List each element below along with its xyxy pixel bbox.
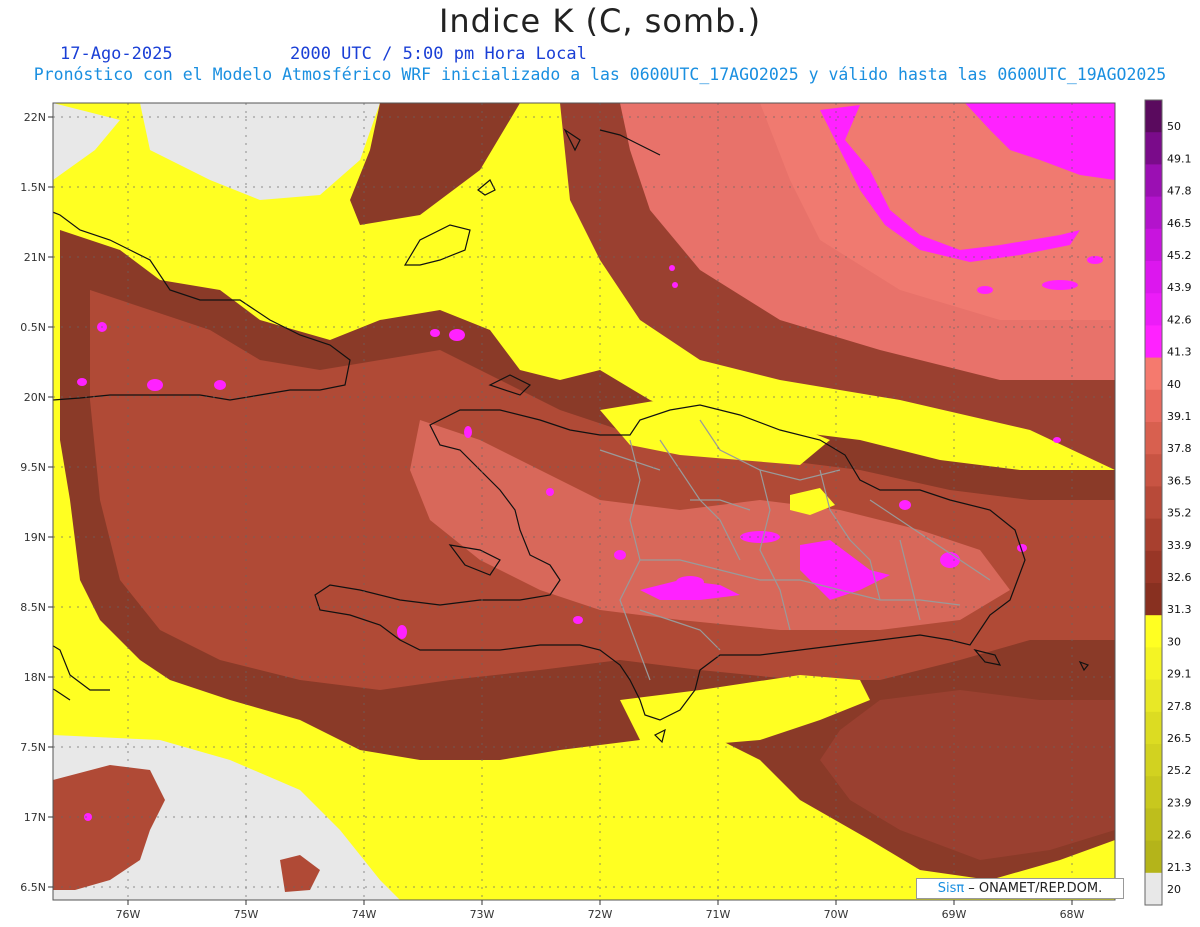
colorbar-label: 35.2 <box>1167 507 1192 520</box>
credit-box: Sisπ – ONAMET/REP.DOM. <box>916 878 1124 899</box>
colorbar-label: 49.1 <box>1167 152 1192 165</box>
lon-label: 75W <box>234 908 259 921</box>
colorbar-label: 50 <box>1167 120 1181 133</box>
colorbar-swatch <box>1145 776 1162 809</box>
colorbar-label: 42.6 <box>1167 313 1192 326</box>
lon-label: 76W <box>116 908 141 921</box>
lat-label: 21N <box>24 251 46 264</box>
colorbar-label: 23.9 <box>1167 796 1192 809</box>
colorbar-label: 21.3 <box>1167 861 1192 874</box>
colorbar-swatch <box>1145 261 1162 294</box>
credit-text: – ONAMET/REP.DOM. <box>968 881 1103 896</box>
lat-label: 19N <box>24 531 46 544</box>
colorbar-label: 45.2 <box>1167 249 1192 262</box>
colorbar-label: 40 <box>1167 378 1181 391</box>
lat-label: 7.5N <box>20 741 46 754</box>
colorbar-swatch <box>1145 422 1162 455</box>
lon-label: 70W <box>824 908 849 921</box>
colorbar-label: 37.8 <box>1167 442 1192 455</box>
colorbar-label: 26.5 <box>1167 732 1192 745</box>
colorbar-swatch <box>1145 293 1162 326</box>
colorbar-swatch <box>1145 550 1162 584</box>
lon-label: 72W <box>588 908 613 921</box>
colorbar-swatch <box>1145 389 1162 423</box>
colorbar-label: 29.1 <box>1167 668 1192 681</box>
colorbar-label: 30 <box>1167 635 1181 648</box>
lat-label: 17N <box>24 811 46 824</box>
colorbar-swatch <box>1145 196 1162 230</box>
map-field <box>53 103 1115 900</box>
lat-label: 8.5N <box>20 601 46 614</box>
colorbar-label: 27.8 <box>1167 700 1192 713</box>
lon-label: 68W <box>1060 908 1085 921</box>
colorbar-label: 46.5 <box>1167 217 1192 230</box>
colorbar-label: 43.9 <box>1167 281 1192 294</box>
colorbar-label: 22.6 <box>1167 829 1192 842</box>
colorbar-swatch <box>1145 518 1162 552</box>
colorbar-label: 20 <box>1167 883 1181 896</box>
lat-label: 0.5N <box>20 321 46 334</box>
colorbar-label: 41.3 <box>1167 346 1192 359</box>
colorbar-label: 33.9 <box>1167 539 1192 552</box>
colorbar-swatch <box>1145 100 1162 133</box>
colorbar-swatch <box>1145 454 1162 487</box>
colorbar-swatch <box>1145 228 1162 262</box>
colorbar-swatch <box>1145 615 1162 648</box>
lat-label: 9.5N <box>20 461 46 474</box>
lon-label: 73W <box>470 908 495 921</box>
colorbar-label: 39.1 <box>1167 410 1192 423</box>
longitude-labels: 76W 75W 74W 73W 72W 71W 70W 69W 68W <box>116 908 1085 921</box>
sispi-logo: Sisπ <box>937 881 965 896</box>
colorbar-label: 32.6 <box>1167 571 1192 584</box>
colorbar-swatch <box>1145 357 1162 391</box>
colorbar-label: 47.8 <box>1167 185 1192 198</box>
lon-label: 69W <box>942 908 967 921</box>
lat-label: 1.5N <box>20 181 46 194</box>
lat-label: 6.5N <box>20 881 46 894</box>
k-index-map: 76W 75W 74W 73W 72W 71W 70W 69W 68W 22N … <box>20 99 1192 921</box>
lat-label: 22N <box>24 111 46 124</box>
colorbar-label: 36.5 <box>1167 474 1192 487</box>
colorbar-label: 25.2 <box>1167 764 1192 777</box>
colorbar-swatch <box>1145 164 1162 198</box>
colorbar-swatch <box>1145 679 1162 713</box>
colorbar-swatch <box>1145 840 1162 874</box>
colorbar-swatch <box>1145 744 1162 777</box>
colorbar-swatch <box>1145 132 1162 165</box>
lon-label: 74W <box>352 908 377 921</box>
colorbar-swatch <box>1145 872 1162 906</box>
colorbar-swatch <box>1145 711 1162 745</box>
lat-label: 18N <box>24 671 46 684</box>
colorbar-swatch <box>1145 808 1162 842</box>
lat-label: 20N <box>24 391 46 404</box>
colorbar-swatch <box>1145 486 1162 520</box>
latitude-labels: 22N 1.5N 21N 0.5N 20N 9.5N 19N 8.5N 18N … <box>20 111 46 894</box>
lon-label: 71W <box>706 908 731 921</box>
colorbar-swatch <box>1145 325 1162 359</box>
colorbar-label: 31.3 <box>1167 603 1192 616</box>
colorbar: 50 49.1 47.8 46.5 45.2 43.9 42.6 41.3 40 39.1 37.8… <box>1144 99 1192 906</box>
colorbar-swatch <box>1145 583 1162 616</box>
colorbar-swatch <box>1145 647 1162 681</box>
